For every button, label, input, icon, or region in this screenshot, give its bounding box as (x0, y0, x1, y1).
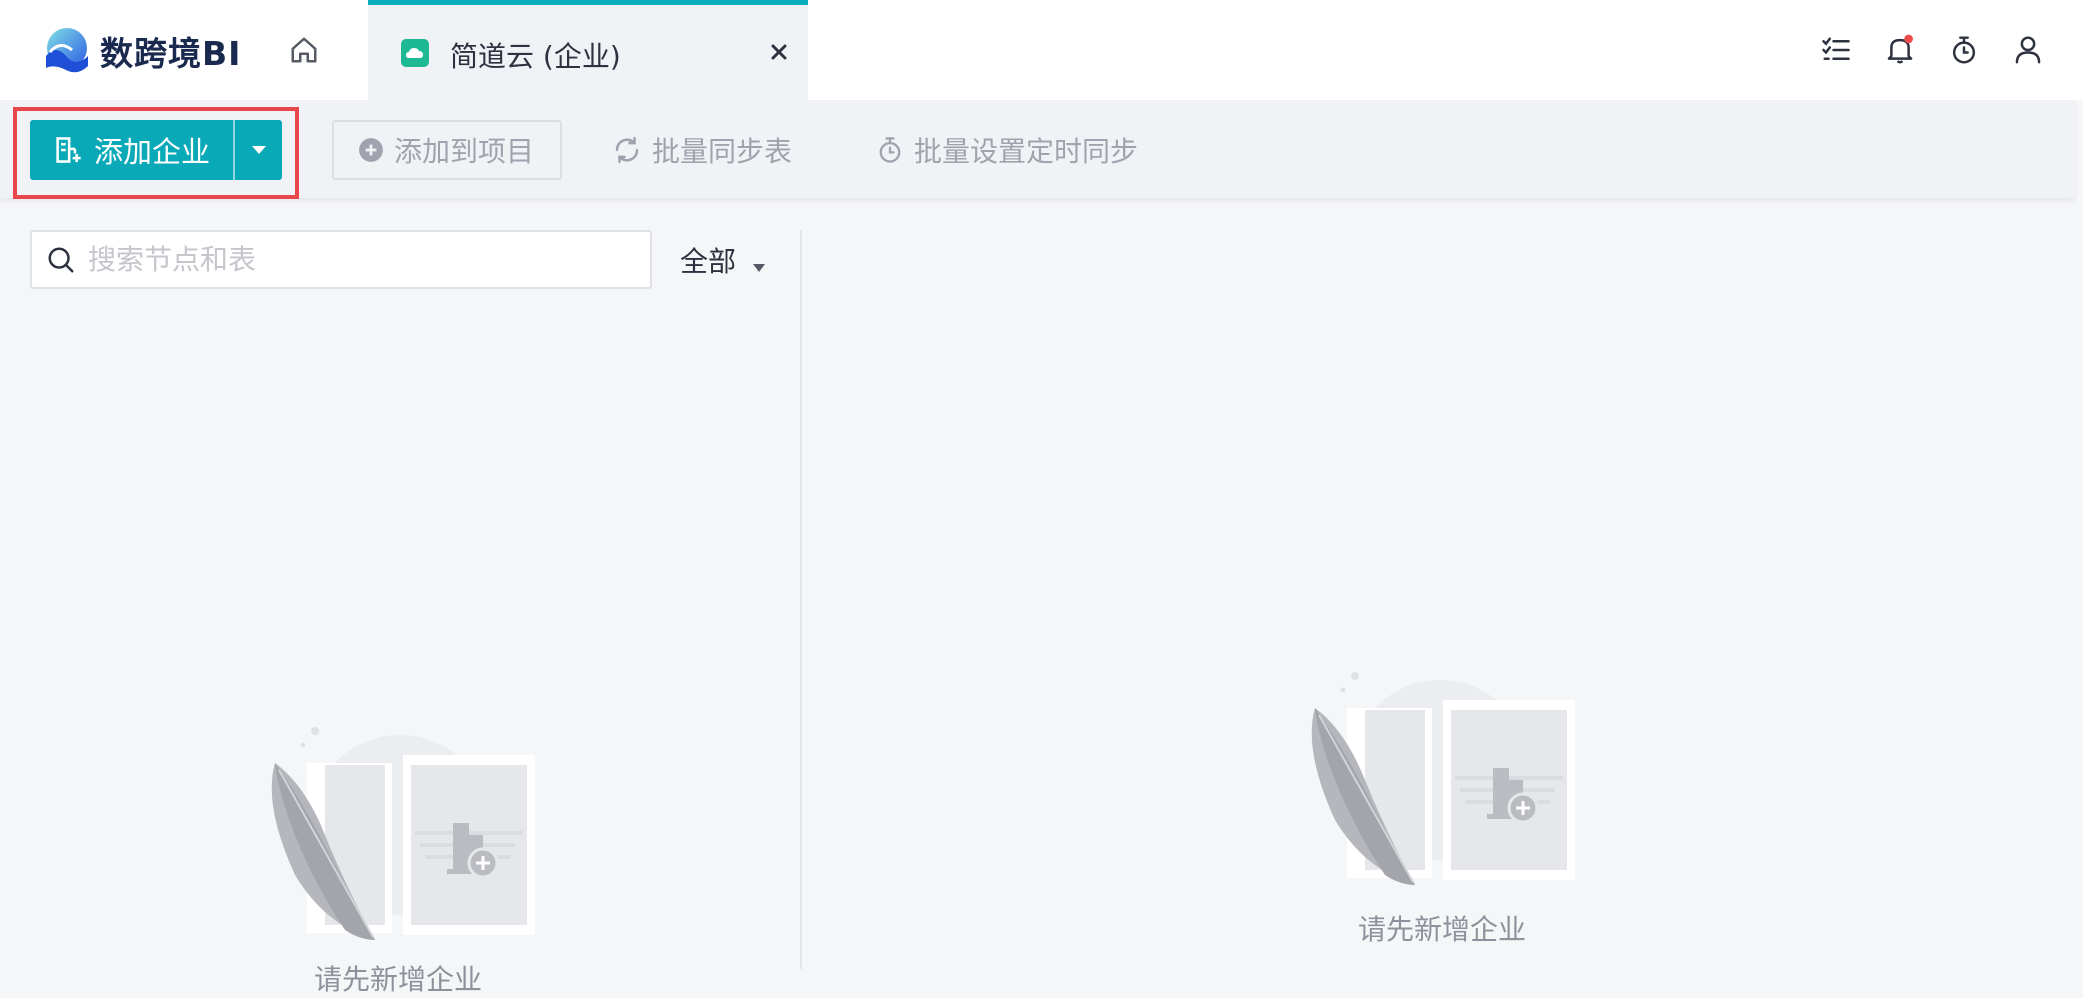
app-logo[interactable]: 数跨境BI (42, 24, 242, 78)
add-company-label: 添加企业 (94, 135, 211, 169)
empty-message-right: 请先新增企业 (1358, 913, 1527, 946)
notification-button[interactable] (1883, 30, 1917, 70)
add-company-split-button: 添加企业 (30, 120, 282, 180)
logo-icon (46, 28, 88, 73)
batch-timer-label: 批量设置定时同步 (914, 135, 1139, 168)
user-icon (2015, 36, 2041, 64)
user-button[interactable] (2011, 30, 2045, 70)
search-input[interactable] (86, 242, 626, 277)
building-add-icon (56, 137, 81, 163)
add-company-dropdown-button[interactable] (235, 120, 282, 180)
panel-divider (800, 230, 802, 969)
sync-icon (615, 136, 639, 164)
toolbar: 添加企业 添加到项目 批量同步表 批量设置定时同步 (0, 100, 2075, 199)
filter-select[interactable]: 全部 (680, 240, 766, 280)
top-bar: 数跨境BI 简道云 (企业) (0, 0, 2083, 100)
close-icon (771, 44, 787, 60)
bell-icon (1887, 34, 1913, 64)
filter-selected-label: 全部 (680, 245, 737, 278)
home-icon (291, 37, 317, 63)
add-company-button[interactable]: 添加企业 (30, 120, 233, 180)
caret-down-icon (753, 264, 766, 272)
batch-sync-button[interactable]: 批量同步表 (612, 120, 792, 180)
timer-button[interactable] (1947, 30, 1981, 70)
home-button[interactable] (284, 30, 324, 70)
search-box (30, 230, 652, 289)
tab-jiandaoyun[interactable]: 简道云 (企业) (368, 0, 808, 100)
logo-text: 数跨境BI (100, 34, 242, 73)
empty-message-left: 请先新增企业 (314, 963, 483, 996)
search-icon (48, 247, 74, 272)
cloud-app-icon (401, 39, 429, 67)
top-actions (1819, 30, 2045, 70)
batch-sync-label: 批量同步表 (652, 135, 793, 168)
tab-close-button[interactable] (764, 37, 794, 67)
empty-illustration-right (1311, 672, 1575, 885)
plus-circle-icon (359, 138, 383, 162)
add-to-project-label: 添加到项目 (394, 135, 535, 168)
task-list-button[interactable] (1819, 30, 1853, 70)
empty-illustration-left (271, 727, 535, 940)
add-to-project-button[interactable]: 添加到项目 (332, 120, 562, 180)
tab-label: 简道云 (企业) (450, 40, 621, 73)
batch-timer-button[interactable]: 批量设置定时同步 (876, 120, 1138, 180)
timer-icon (1952, 36, 1976, 64)
stopwatch-icon (879, 137, 901, 163)
caret-down-icon (251, 146, 266, 154)
notification-dot (1904, 34, 1913, 44)
task-list-icon (1822, 37, 1850, 60)
